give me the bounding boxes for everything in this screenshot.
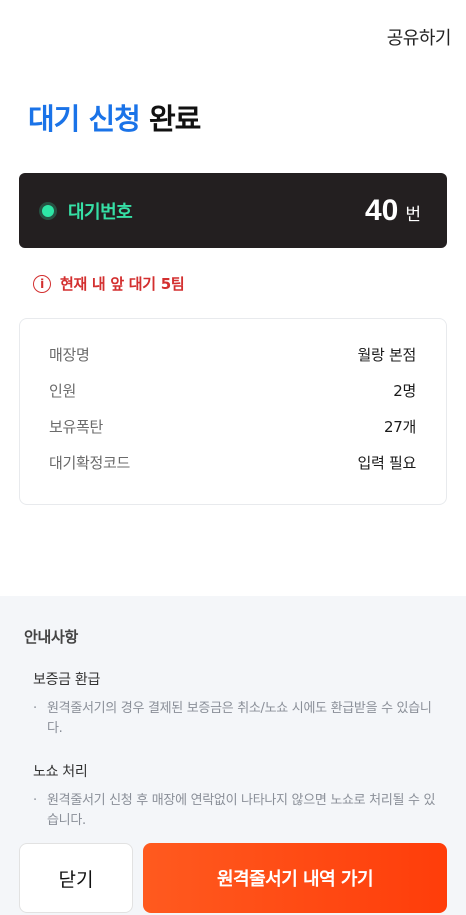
waiting-number-label: 대기번호: [68, 201, 133, 223]
guide-section-title: 보증금 환급: [33, 672, 101, 688]
detail-value: 월랑 본점: [357, 346, 417, 364]
guide-bullet-text: 원격줄서기의 경우 결제된 보증금은 취소/노쇼 시에도 환급받을 수 있습니다…: [47, 701, 432, 736]
guide-bullet: · 원격줄서기의 경우 결제된 보증금은 취소/노쇼 시에도 환급받을 수 있습…: [33, 699, 466, 739]
detail-row-bombs: 보유폭탄 27개: [49, 416, 416, 452]
guide-bullet: · 원격줄서기 신청 후 매장에 연락없이 나타나지 않으면 노쇼로 처리될 수…: [33, 791, 466, 831]
detail-row-confirm-code: 대기확정코드 입력 필요: [49, 452, 416, 488]
detail-key: 보유폭탄: [49, 418, 104, 436]
detail-key: 매장명: [49, 346, 90, 364]
detail-value: 27개: [384, 418, 416, 436]
guide-section-title: 노쇼 처리: [33, 764, 88, 780]
bullet-icon: ·: [33, 793, 37, 808]
queue-notice: i 현재 내 앞 대기 5팀: [33, 273, 185, 294]
detail-value: 입력 필요: [357, 454, 417, 472]
go-to-history-button[interactable]: 원격줄서기 내역 가기: [143, 843, 447, 913]
detail-key: 대기확정코드: [49, 454, 131, 472]
guide-title: 안내사항: [24, 628, 79, 646]
bullet-icon: ·: [33, 701, 37, 716]
status-dot-icon: [42, 204, 54, 217]
reservation-details: 매장명 월랑 본점 인원 2명 보유폭탄 27개 대기확정코드 입력 필요: [19, 318, 447, 505]
title-rest: 완료: [148, 102, 201, 136]
title-highlight: 대기 신청: [28, 102, 141, 136]
waiting-number-unit: 번: [405, 204, 421, 225]
close-button[interactable]: 닫기: [19, 843, 133, 913]
detail-row-party-size: 인원 2명: [49, 380, 416, 416]
detail-row-store: 매장명 월랑 본점: [49, 344, 416, 380]
guide-bullet-text: 원격줄서기 신청 후 매장에 연락없이 나타나지 않으면 노쇼로 처리될 수 있…: [47, 793, 436, 828]
share-button[interactable]: 공유하기: [387, 24, 452, 50]
detail-key: 인원: [49, 382, 77, 400]
waiting-number: 40 번: [365, 194, 421, 228]
waiting-number-card: 대기번호 40 번: [19, 173, 447, 248]
page-title: 대기 신청 완료: [28, 96, 201, 138]
info-icon: i: [33, 274, 51, 293]
detail-value: 2명: [393, 382, 416, 400]
queue-notice-text: 현재 내 앞 대기 5팀: [60, 275, 185, 293]
waiting-number-value: 40: [364, 193, 399, 227]
